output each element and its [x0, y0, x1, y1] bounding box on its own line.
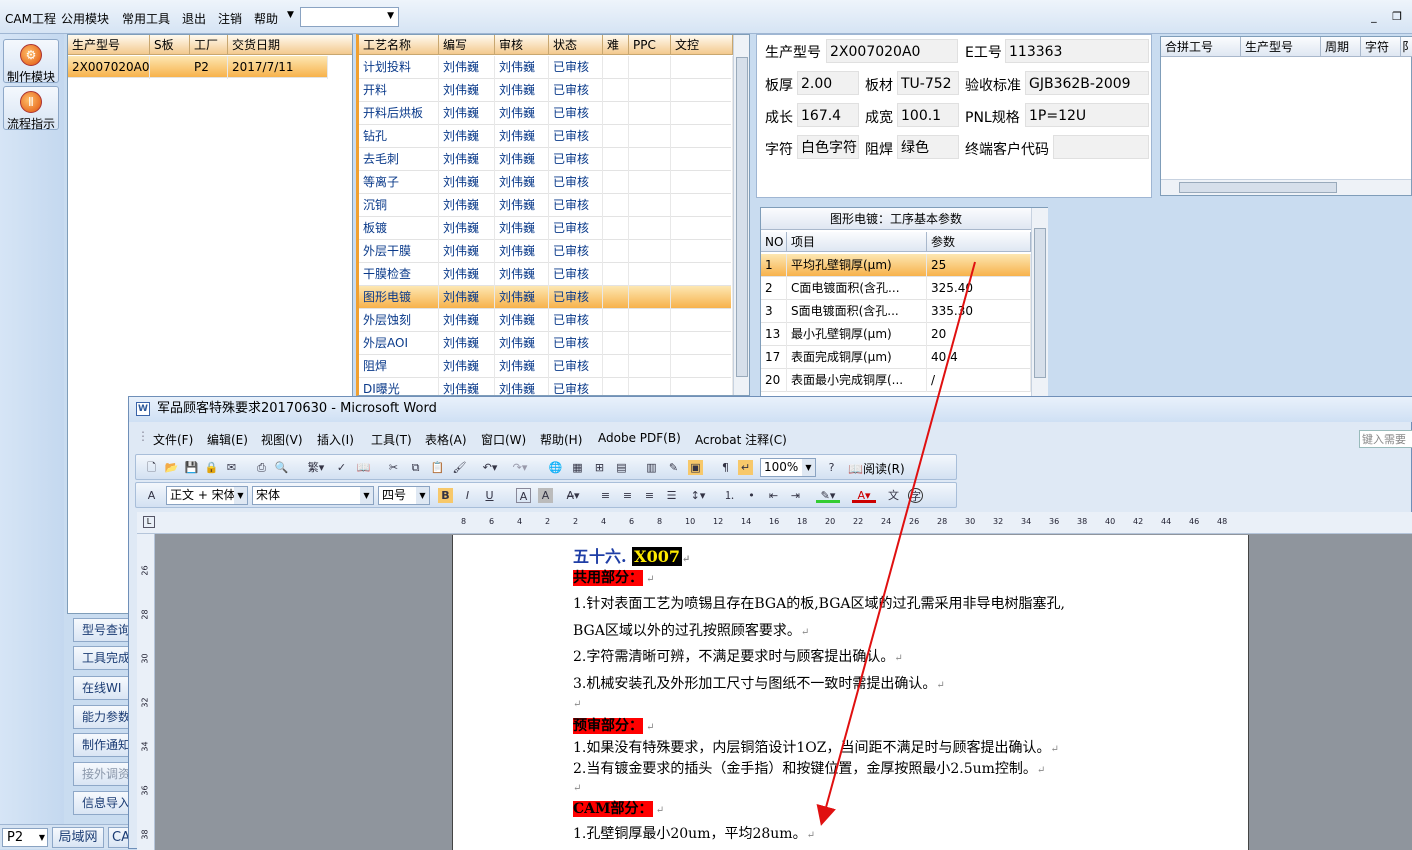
- annotation-arrow: [816, 261, 976, 826]
